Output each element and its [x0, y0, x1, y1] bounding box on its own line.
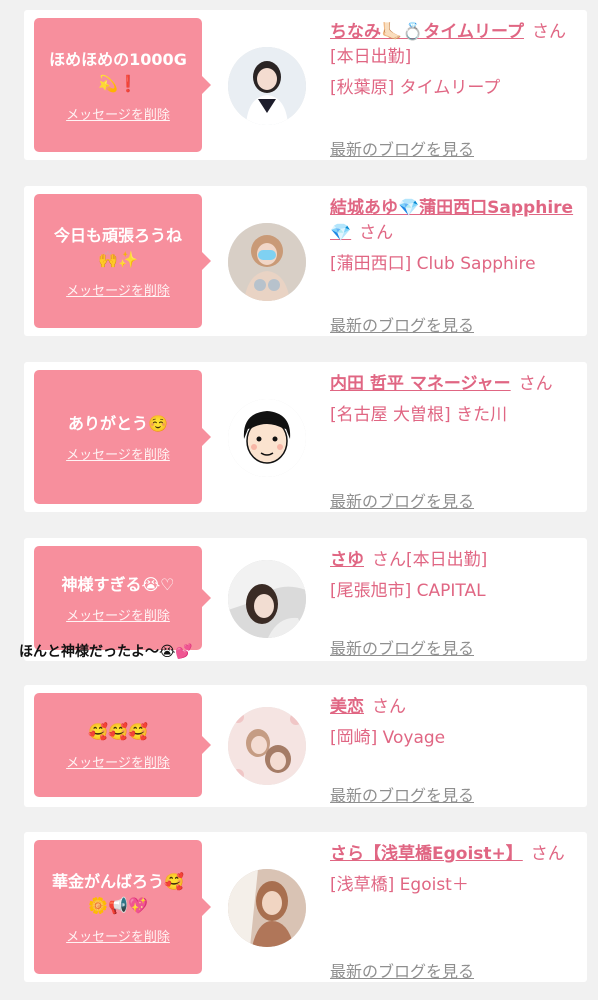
cast-info: 美恋 さん [岡崎] Voyage 最新のブログを見る: [330, 695, 580, 805]
cast-info: さら【浅草橋Egoist+】 さん [浅草橋] Egoist＋ 最新のブログを見る: [330, 842, 580, 981]
shop-label: [尾張旭市] CAPITAL: [330, 581, 486, 601]
honorific: さん: [531, 22, 566, 42]
delete-message-link[interactable]: メッセージを削除: [66, 605, 170, 624]
cast-info: さゆ さん[本日出勤] [尾張旭市] CAPITAL 最新のブログを見る: [330, 548, 580, 658]
shop-label: [岡崎] Voyage: [330, 728, 446, 748]
delete-message-link[interactable]: メッセージを削除: [66, 752, 170, 771]
avatar[interactable]: [228, 399, 306, 477]
delete-message-link[interactable]: メッセージを削除: [66, 280, 170, 299]
blog-link[interactable]: 最新のブログを見る: [330, 635, 474, 659]
cast-name-link[interactable]: ちなみ🦶🏻💍タイムリープ: [330, 22, 524, 42]
avatar[interactable]: [228, 47, 306, 125]
blog-link[interactable]: 最新のブログを見る: [330, 488, 474, 512]
blog-link[interactable]: 最新のブログを見る: [330, 958, 474, 982]
message-text: 華金がんばろう🥰 🌼📢💖: [52, 871, 184, 915]
avatar[interactable]: [228, 560, 306, 638]
blog-link[interactable]: 最新のブログを見る: [330, 136, 474, 160]
message-text: 今日も頑張ろうね 🙌✨: [53, 225, 182, 269]
blog-link[interactable]: 最新のブログを見る: [330, 312, 474, 336]
blog-link[interactable]: 最新のブログを見る: [330, 782, 474, 806]
message-text: 神様すぎる😭♡: [61, 574, 175, 594]
honorific: さん: [359, 223, 394, 243]
shop-label: [秋葉原] タイムリープ: [330, 78, 501, 98]
cast-info: 結城あゆ💎蒲田西口Sapphire💎 さん [蒲田西口] Club Sapphir…: [330, 196, 580, 335]
message-text: 🥰🥰🥰: [88, 721, 148, 741]
message-bubble: 🥰🥰🥰 メッセージを削除: [34, 693, 211, 797]
message-card: ありがとう☺️ メッセージを削除 内田 哲平 マネージャー さん [名古屋 大曽根…: [24, 362, 587, 512]
cast-info: ちなみ🦶🏻💍タイムリープ さん [本日出勤] [秋葉原] タイムリープ 最新のブログ…: [330, 20, 580, 159]
shop-label: [名古屋 大曽根] きた川: [330, 405, 508, 425]
cast-info: 内田 哲平 マネージャー さん [名古屋 大曽根] きた川 最新のブログを見る: [330, 372, 580, 511]
delete-message-link[interactable]: メッセージを削除: [66, 926, 170, 945]
overlay-caption: ほんと神様だったよ〜😭💕: [19, 644, 193, 660]
delete-message-link[interactable]: メッセージを削除: [66, 104, 170, 123]
message-bubble: ありがとう☺️ メッセージを削除: [34, 370, 211, 504]
message-bubble: ほめほめの1000G 💫❗ メッセージを削除: [34, 18, 211, 152]
status-label: [本日出勤]: [330, 47, 412, 67]
honorific: さん: [518, 374, 553, 394]
cast-name-link[interactable]: さゆ: [330, 550, 364, 570]
avatar[interactable]: [228, 223, 306, 301]
cast-name-link[interactable]: 内田 哲平 マネージャー: [330, 374, 511, 394]
message-bubble: 神様すぎる😭♡ メッセージを削除: [34, 546, 211, 650]
honorific: さん: [530, 844, 565, 864]
cast-name-link[interactable]: さら【浅草橋Egoist+】: [330, 844, 523, 864]
message-bubble: 今日も頑張ろうね 🙌✨ メッセージを削除: [34, 194, 211, 328]
cast-name-link[interactable]: 美恋: [330, 697, 364, 717]
honorific: さん: [372, 697, 406, 717]
message-bubble: 華金がんばろう🥰 🌼📢💖 メッセージを削除: [34, 840, 211, 974]
message-card: 今日も頑張ろうね 🙌✨ メッセージを削除 結城あゆ💎蒲田西口Sapphire💎 さ…: [24, 186, 587, 336]
delete-message-link[interactable]: メッセージを削除: [66, 444, 170, 463]
message-card: 🥰🥰🥰 メッセージを削除 美恋 さん [岡崎] Voyage 最新のブログを見る: [24, 685, 587, 807]
honorific: さん: [372, 550, 406, 570]
shop-label: [浅草橋] Egoist＋: [330, 875, 469, 895]
message-text: ほめほめの1000G 💫❗: [49, 49, 187, 93]
shop-label: [蒲田西口] Club Sapphire: [330, 254, 536, 274]
avatar[interactable]: [228, 707, 306, 785]
message-card: ほめほめの1000G 💫❗ メッセージを削除 ちなみ🦶🏻💍タイムリープ さん [本日…: [24, 10, 587, 160]
avatar[interactable]: [228, 869, 306, 947]
message-card: 華金がんばろう🥰 🌼📢💖 メッセージを削除 さら【浅草橋Egoist+】 さん […: [24, 832, 587, 982]
status-label: [本日出勤]: [406, 550, 488, 570]
message-text: ありがとう☺️: [68, 413, 168, 433]
